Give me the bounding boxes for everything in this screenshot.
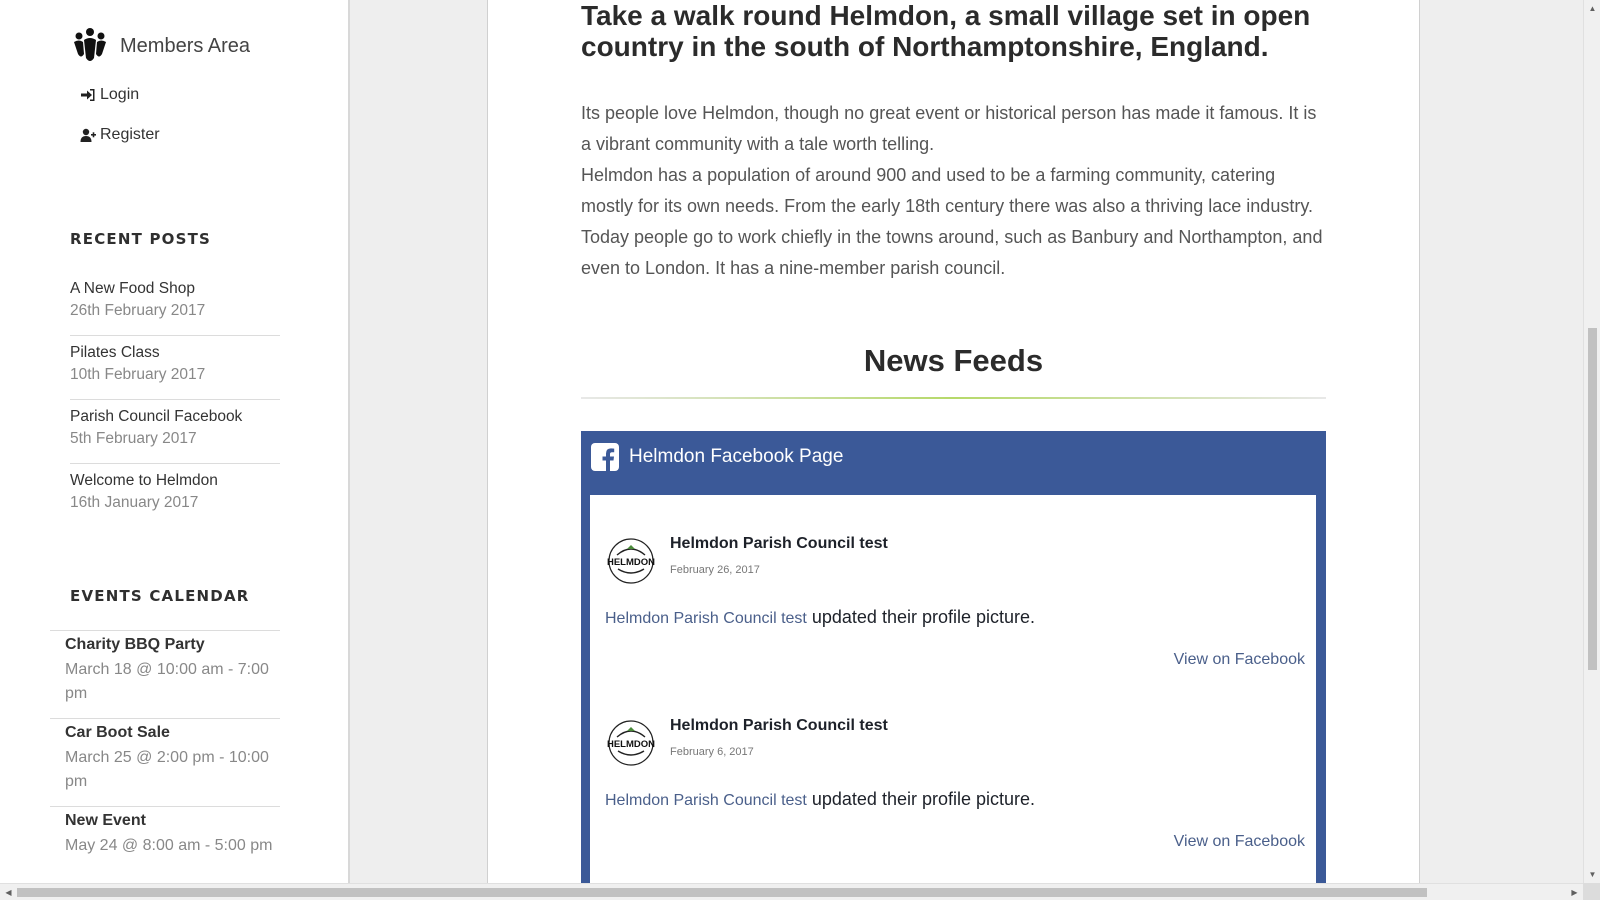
intro-paragraph: Its people love Helmdon, though no great… <box>581 103 1317 154</box>
recent-post-date: 16th January 2017 <box>70 494 199 511</box>
recent-posts-list: A New Food Shop 26th February 2017 Pilat… <box>70 272 280 528</box>
recent-post-item: Pilates Class 10th February 2017 <box>70 336 280 400</box>
people-group-icon <box>74 28 106 61</box>
post-date: February 6, 2017 <box>670 746 754 758</box>
horizontal-scrollbar[interactable]: ◀ ▶ <box>0 883 1583 900</box>
event-time: March 25 @ 2:00 pm - 10:00 pm <box>65 749 269 790</box>
register-label[interactable]: Register <box>100 126 160 144</box>
post-author[interactable]: Helmdon Parish Council test <box>670 717 888 735</box>
recent-post-link[interactable]: Welcome to Helmdon <box>70 470 280 492</box>
scrollbar-corner <box>1583 883 1600 900</box>
facebook-feed-widget: Helmdon Facebook Page HELMDON Helmdon Pa… <box>581 431 1326 895</box>
recent-post-date: 5th February 2017 <box>70 430 197 447</box>
view-on-facebook-link[interactable]: View on Facebook <box>1174 651 1305 669</box>
event-item: Car Boot Sale March 25 @ 2:00 pm - 10:00… <box>50 719 280 807</box>
post-text: Helmdon Parish Council test updated thei… <box>605 789 1035 810</box>
sign-in-icon <box>81 89 95 101</box>
recent-post-item: A New Food Shop 26th February 2017 <box>70 272 280 336</box>
post-author[interactable]: Helmdon Parish Council test <box>670 535 888 553</box>
login-link[interactable]: Login <box>80 86 139 104</box>
scroll-down-arrow-icon[interactable]: ▼ <box>1584 866 1600 883</box>
login-label[interactable]: Login <box>100 86 139 104</box>
page-headline: Take a walk round Helmdon, a small villa… <box>581 0 1311 62</box>
post-text: Helmdon Parish Council test updated thei… <box>605 607 1035 628</box>
post-message: updated their profile picture. <box>806 789 1036 809</box>
avatar-text: HELMDON <box>607 739 655 750</box>
events-calendar-title: EVENTS CALENDAR <box>70 587 250 605</box>
event-link[interactable]: Car Boot Sale <box>65 723 280 743</box>
facebook-posts-container: HELMDON Helmdon Parish Council test Febr… <box>590 495 1316 895</box>
register-link[interactable]: Register <box>80 126 160 144</box>
scroll-left-arrow-icon[interactable]: ◀ <box>0 884 17 900</box>
avatar-text: HELMDON <box>607 557 655 568</box>
helmdon-logo-avatar[interactable]: HELMDON <box>605 717 657 769</box>
sidebar: Members Area Login Register RECENT POSTS… <box>0 0 350 895</box>
members-area-header: Members Area <box>70 26 250 66</box>
event-time: March 18 @ 10:00 am - 7:00 pm <box>65 661 269 702</box>
recent-post-link[interactable]: Pilates Class <box>70 342 280 364</box>
recent-post-item: Welcome to Helmdon 16th January 2017 <box>70 464 280 528</box>
intro-paragraph: Helmdon has a population of around 900 a… <box>581 165 1323 278</box>
main-content: Take a walk round Helmdon, a small villa… <box>487 0 1420 895</box>
intro-text: Its people love Helmdon, though no great… <box>581 98 1331 284</box>
event-link[interactable]: Charity BBQ Party <box>65 635 280 655</box>
recent-post-item: Parish Council Facebook 5th February 201… <box>70 400 280 464</box>
post-date: February 26, 2017 <box>670 564 760 576</box>
recent-posts-title: RECENT POSTS <box>70 230 212 248</box>
events-list: Charity BBQ Party March 18 @ 10:00 am - … <box>50 630 280 895</box>
vertical-scroll-thumb[interactable] <box>1588 328 1597 670</box>
post-author-link[interactable]: Helmdon Parish Council test <box>605 610 807 627</box>
recent-post-link[interactable]: A New Food Shop <box>70 278 280 300</box>
facebook-feed-header[interactable]: Helmdon Facebook Page <box>591 443 843 471</box>
event-item: Charity BBQ Party March 18 @ 10:00 am - … <box>50 631 280 719</box>
news-feeds-title: News Feeds <box>863 343 1044 378</box>
recent-post-date: 26th February 2017 <box>70 302 206 319</box>
event-time: May 24 @ 8:00 am - 5:00 pm <box>65 837 273 854</box>
section-divider <box>581 397 1326 399</box>
event-item: New Event May 24 @ 8:00 am - 5:00 pm <box>50 807 280 895</box>
event-link[interactable]: New Event <box>65 811 280 831</box>
user-plus-icon <box>80 128 96 142</box>
scroll-up-arrow-icon[interactable]: ▲ <box>1584 0 1600 17</box>
view-on-facebook-link[interactable]: View on Facebook <box>1174 833 1305 851</box>
members-area-title: Members Area <box>120 34 251 57</box>
vertical-scrollbar[interactable]: ▲ ▼ <box>1583 0 1600 883</box>
post-author-link[interactable]: Helmdon Parish Council test <box>605 792 807 809</box>
scroll-right-arrow-icon[interactable]: ▶ <box>1566 884 1583 900</box>
facebook-page-title[interactable]: Helmdon Facebook Page <box>629 446 843 468</box>
recent-post-date: 10th February 2017 <box>70 366 206 383</box>
horizontal-scroll-thumb[interactable] <box>17 888 1427 897</box>
post-message: updated their profile picture. <box>806 607 1036 627</box>
facebook-square-icon <box>591 443 619 471</box>
helmdon-logo-avatar[interactable]: HELMDON <box>605 535 657 587</box>
recent-post-link[interactable]: Parish Council Facebook <box>70 406 280 428</box>
